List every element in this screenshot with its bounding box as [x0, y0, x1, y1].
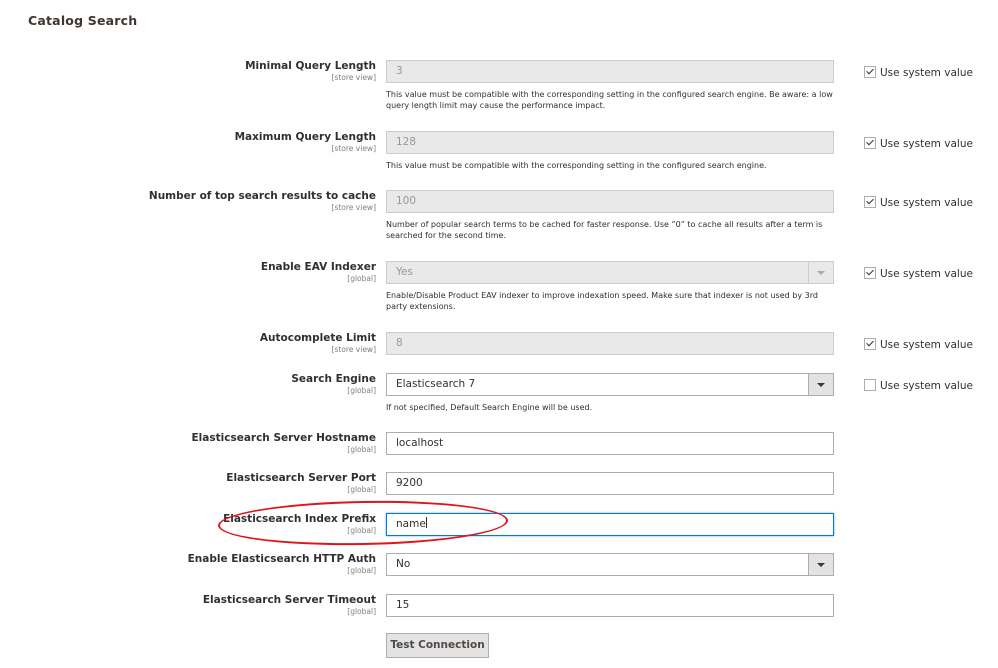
- eav-indexer-select[interactable]: Yes: [386, 261, 834, 284]
- scope-label: [global]: [347, 386, 376, 395]
- max-query-length-input[interactable]: 128: [386, 131, 834, 154]
- search-engine-select[interactable]: Elasticsearch 7: [386, 373, 834, 396]
- chevron-down-icon: [808, 262, 833, 283]
- es-timeout-input[interactable]: 15: [386, 594, 834, 617]
- checkbox-icon[interactable]: [864, 267, 876, 279]
- search-engine-note: If not specified, Default Search Engine …: [386, 403, 593, 412]
- top-results-cache-input[interactable]: 100: [386, 190, 834, 213]
- eav-indexer-use-system[interactable]: Use system value: [864, 267, 973, 280]
- checkbox-icon[interactable]: [864, 338, 876, 350]
- es-hostname-input[interactable]: localhost: [386, 432, 834, 455]
- autocomplete-limit-use-system[interactable]: Use system value: [864, 338, 973, 351]
- top-results-cache-label: Number of top search results to cache [st…: [148, 190, 376, 212]
- es-port-label: Elasticsearch Server Port [global]: [226, 472, 376, 494]
- scope-label: [store view]: [331, 144, 376, 153]
- es-http-auth-select[interactable]: No: [386, 553, 834, 576]
- es-timeout-label: Elasticsearch Server Timeout [global]: [202, 594, 376, 616]
- min-query-length-note: This value must be compatible with the c…: [386, 90, 833, 110]
- scope-label: [store view]: [331, 203, 376, 212]
- autocomplete-limit-label: Autocomplete Limit [store view]: [259, 332, 376, 354]
- scope-label: [store view]: [331, 73, 376, 82]
- es-http-auth-label: Enable Elasticsearch HTTP Auth [global]: [187, 553, 376, 575]
- top-results-cache-note: Number of popular search terms to be cac…: [386, 220, 823, 240]
- checkbox-icon[interactable]: [864, 66, 876, 78]
- min-query-length-use-system[interactable]: Use system value: [864, 66, 973, 79]
- es-port-input[interactable]: 9200: [386, 472, 834, 495]
- search-engine-label: Search Engine [global]: [291, 373, 376, 395]
- min-query-length-input[interactable]: 3: [386, 60, 834, 83]
- scope-label: [global]: [347, 566, 376, 575]
- chevron-down-icon: [808, 554, 833, 575]
- max-query-length-use-system[interactable]: Use system value: [864, 137, 973, 150]
- chevron-down-icon: [808, 374, 833, 395]
- max-query-length-note: This value must be compatible with the c…: [386, 161, 767, 170]
- scope-label: [store view]: [331, 345, 376, 354]
- top-results-cache-use-system[interactable]: Use system value: [864, 196, 973, 209]
- scope-label: [global]: [347, 445, 376, 454]
- checkbox-icon[interactable]: [864, 137, 876, 149]
- scope-label: [global]: [347, 485, 376, 494]
- max-query-length-label: Maximum Query Length [store view]: [234, 131, 376, 153]
- checkbox-icon[interactable]: [864, 379, 876, 391]
- search-engine-use-system[interactable]: Use system value: [864, 379, 973, 392]
- section-title: Catalog Search: [28, 13, 138, 28]
- eav-indexer-note: Enable/Disable Product EAV indexer to im…: [386, 291, 818, 311]
- highlight-ellipse-annotation: [217, 498, 509, 548]
- es-hostname-label: Elasticsearch Server Hostname [global]: [191, 432, 377, 454]
- test-connection-button[interactable]: Test Connection: [386, 633, 489, 658]
- checkbox-icon[interactable]: [864, 196, 876, 208]
- scope-label: [global]: [347, 274, 376, 283]
- min-query-length-label: Minimal Query Length [store view]: [245, 60, 376, 82]
- autocomplete-limit-input[interactable]: 8: [386, 332, 834, 355]
- eav-indexer-label: Enable EAV Indexer [global]: [260, 261, 376, 283]
- scope-label: [global]: [347, 607, 376, 616]
